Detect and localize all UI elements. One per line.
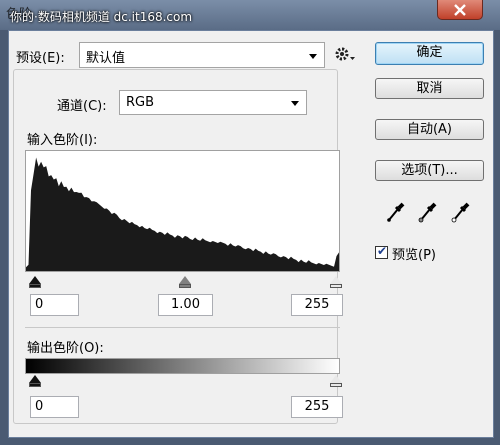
channel-select[interactable]: RGB <box>119 90 307 115</box>
check-icon: ✔ <box>377 244 388 258</box>
channel-value: RGB <box>126 95 155 110</box>
cancel-button[interactable]: 取消 <box>375 78 484 99</box>
chevron-down-icon <box>291 101 299 106</box>
output-white-slider[interactable] <box>330 375 342 383</box>
auto-button[interactable]: 自动(A) <box>375 119 484 140</box>
preview-checkbox[interactable]: ✔ <box>375 244 388 259</box>
title-bar[interactable]: 色阶 你的·数码相机频道 dc.it168.com <box>0 0 500 30</box>
input-gamma-field[interactable]: 1.00 <box>158 294 213 316</box>
output-black-slider[interactable] <box>29 375 41 383</box>
preset-label: 预设(E): <box>16 51 65 66</box>
white-eyedropper-icon <box>451 202 470 223</box>
output-black-slider-base <box>29 383 41 387</box>
watermark: 你的·数码相机频道 dc.it168.com <box>10 10 193 24</box>
options-button[interactable]: 选项(T)... <box>375 160 484 181</box>
output-levels-label: 输出色阶(O): <box>27 341 104 356</box>
levels-dialog: 色阶 你的·数码相机频道 dc.it168.com 预设(E): 默认值 确定 … <box>0 0 500 445</box>
divider <box>25 327 340 328</box>
chevron-down-icon <box>309 54 317 59</box>
close-icon <box>454 3 466 16</box>
preset-options-button[interactable] <box>334 45 356 65</box>
preset-value: 默认值 <box>86 51 126 66</box>
input-white-slider[interactable] <box>330 276 342 284</box>
black-eyedropper-button[interactable] <box>386 201 406 223</box>
close-button[interactable] <box>437 0 483 20</box>
gear-icon <box>335 47 355 61</box>
preview-label: 预览(P) <box>392 248 436 263</box>
input-white-field[interactable]: 255 <box>291 294 343 316</box>
input-black-slider-base <box>29 284 41 288</box>
gray-eyedropper-button[interactable] <box>418 201 438 223</box>
input-gamma-slider-base <box>179 284 191 288</box>
black-eyedropper-icon <box>387 202 405 222</box>
channel-label: 通道(C): <box>43 95 121 114</box>
histogram-graph <box>26 157 339 271</box>
input-black-field[interactable]: 0 <box>30 294 79 316</box>
preset-select[interactable]: 默认值 <box>79 42 325 68</box>
input-levels-label: 输入色阶(I): <box>27 133 98 148</box>
input-white-slider-base <box>330 284 342 288</box>
ok-button[interactable]: 确定 <box>375 42 484 65</box>
output-white-field[interactable]: 255 <box>291 396 343 418</box>
input-black-slider[interactable] <box>29 276 41 284</box>
output-white-slider-base <box>330 383 342 387</box>
input-gamma-slider[interactable] <box>179 276 191 284</box>
output-black-field[interactable]: 0 <box>30 396 79 418</box>
histogram-area <box>26 157 339 271</box>
white-eyedropper-button[interactable] <box>451 201 471 223</box>
histogram <box>25 150 340 272</box>
gray-eyedropper-icon <box>418 202 437 223</box>
output-gradient <box>25 358 340 374</box>
